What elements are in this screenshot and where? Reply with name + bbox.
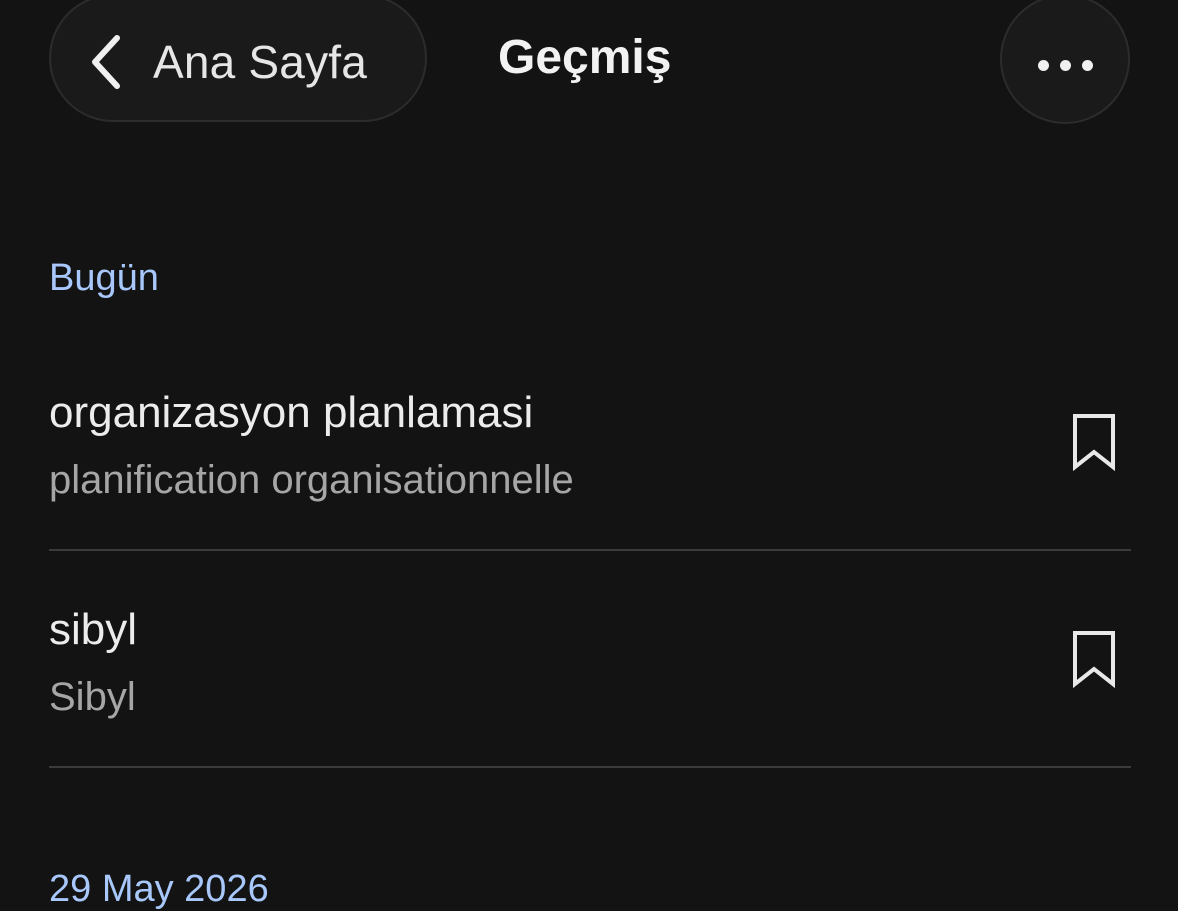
page-title: Geçmiş <box>498 31 672 84</box>
section-header-date: 29 May 2026 <box>49 868 269 910</box>
back-button[interactable]: Ana Sayfa <box>49 0 427 122</box>
history-entry-source: organizasyon planlamasi <box>49 388 534 437</box>
history-entry-translation: Sibyl <box>49 675 136 719</box>
history-entry-source: sibyl <box>49 605 138 654</box>
bookmark-icon[interactable] <box>1069 412 1119 472</box>
history-entry[interactable]: sibyl Sibyl <box>49 551 1131 768</box>
chevron-left-icon <box>85 32 129 92</box>
back-button-label: Ana Sayfa <box>153 36 368 88</box>
history-entry-translation: planification organisationnelle <box>49 458 574 502</box>
more-options-button[interactable] <box>1000 0 1130 124</box>
history-entry[interactable]: organizasyon planlamasi planification or… <box>49 380 1131 551</box>
more-horizontal-icon <box>1037 59 1093 71</box>
bookmark-icon[interactable] <box>1069 629 1119 689</box>
section-header-today: Bugün <box>49 257 159 299</box>
